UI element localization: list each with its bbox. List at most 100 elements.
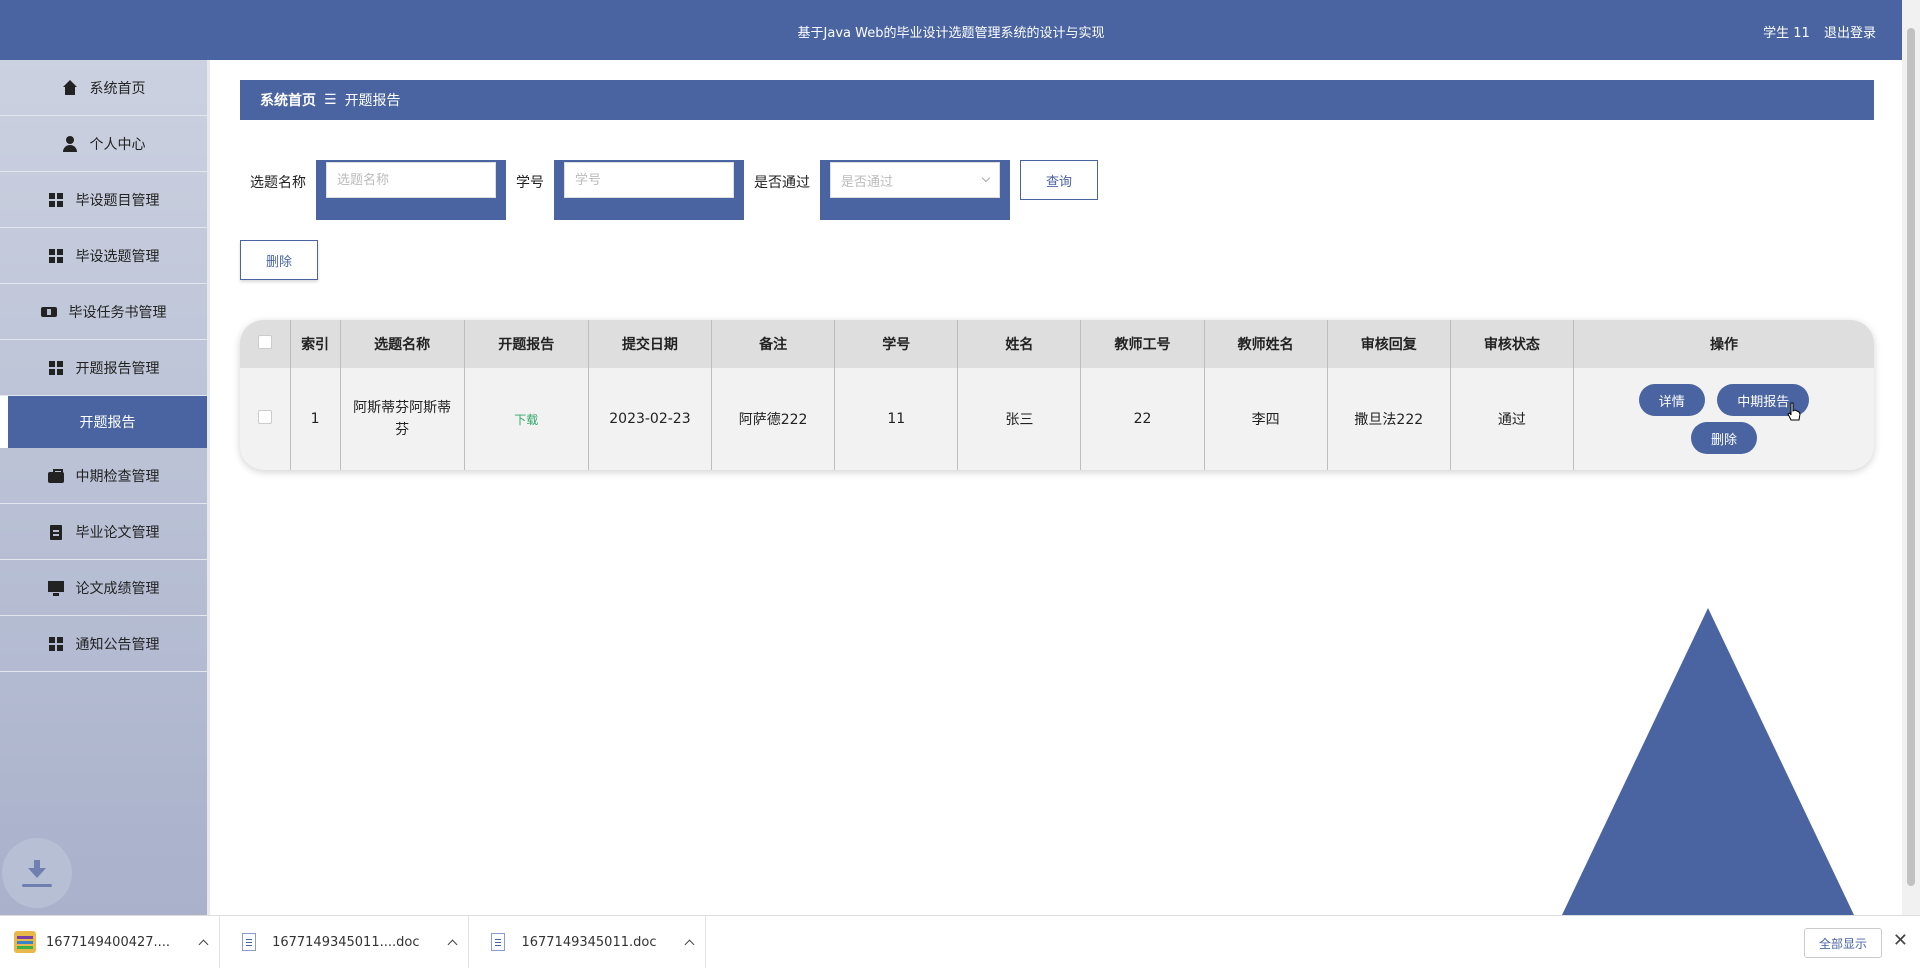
chevron-up-icon[interactable]	[198, 939, 209, 949]
doc-file-icon	[491, 933, 506, 951]
breadcrumb-separator-icon: ☰	[324, 92, 337, 108]
user-area: 学生 11 退出登录	[1753, 22, 1876, 41]
column-header: 教师工号	[1080, 320, 1205, 368]
download-icon	[28, 867, 46, 878]
sidebar-item-label: 系统首页	[89, 80, 146, 97]
column-header: 学号	[834, 320, 959, 368]
sidebar-item-midterm-management[interactable]: 中期检查管理	[0, 448, 207, 504]
chevron-up-icon[interactable]	[685, 939, 695, 949]
report-download-link[interactable]: 下载	[514, 413, 538, 427]
sidebar-item-label: 毕设题目管理	[75, 192, 160, 209]
column-header: 姓名	[957, 320, 1082, 368]
report-cell: 下载	[464, 368, 589, 470]
sidebar-item-task-management[interactable]: 毕设任务书管理	[0, 284, 207, 340]
column-header: 开题报告	[464, 320, 589, 368]
column-header: 操作	[1573, 320, 1874, 368]
sidebar-subitem-proposal-report[interactable]: 开题报告	[0, 396, 207, 448]
sidebar-item-label: 开题报告管理	[75, 360, 160, 377]
student-no-search-input[interactable]	[564, 162, 734, 198]
current-user: 学生 11	[1763, 26, 1810, 41]
sidebar-item-label: 通知公告管理	[75, 636, 160, 653]
row-delete-button[interactable]: 删除	[1690, 422, 1757, 454]
pass-select-wrapper: 是否通过	[820, 160, 1010, 220]
column-header: 审核回复	[1327, 320, 1451, 368]
search-form: 选题名称 学号 是否通过 是否通过 查询	[250, 160, 1098, 220]
sidebar-item-label: 毕设选题管理	[75, 248, 160, 265]
column-header: 索引	[290, 320, 341, 368]
detail-button[interactable]: 详情	[1638, 384, 1705, 416]
ticket-icon	[40, 304, 57, 320]
breadcrumb-home[interactable]: 系统首页	[260, 90, 316, 110]
topic-search-input[interactable]	[326, 162, 496, 198]
teacher-name-cell: 李四	[1204, 368, 1328, 470]
hand-cursor-icon	[1787, 402, 1801, 421]
home-icon	[62, 79, 78, 96]
date-cell: 2023-02-23	[588, 368, 713, 470]
student-no-input-wrapper	[554, 160, 744, 220]
sidebar-item-label: 毕业论文管理	[75, 524, 160, 541]
user-icon	[62, 135, 78, 152]
sidebar-item-notice-management[interactable]: 通知公告管理	[0, 616, 207, 672]
student-no-label: 学号	[516, 175, 544, 191]
sidebar-item-proposal-management[interactable]: 开题报告管理	[0, 340, 207, 396]
decorative-triangle	[1562, 608, 1854, 915]
sidebar-item-grade-management[interactable]: 论文成绩管理	[0, 560, 207, 616]
pass-label: 是否通过	[754, 175, 810, 191]
topic-label: 选题名称	[250, 175, 306, 191]
status-cell: 通过	[1450, 368, 1575, 470]
download-file-name: 1677149400427....	[46, 934, 171, 950]
sidebar: 系统首页 个人中心 毕设题目管理 毕设选题管理 毕设任务书管理 开题报告管理 开…	[0, 60, 210, 915]
sidebar-item-profile[interactable]: 个人中心	[0, 116, 207, 172]
downloads-bar: 1677149400427.... 1677149345011....doc 1…	[0, 915, 1920, 968]
teacher-no-cell: 22	[1080, 368, 1205, 470]
topic-cell: 阿斯蒂芬阿斯蒂芬	[340, 368, 465, 470]
row-select-cell	[240, 368, 291, 470]
grid-icon	[48, 636, 64, 652]
scrollbar-thumb[interactable]	[1907, 28, 1915, 886]
index-cell: 1	[290, 368, 341, 470]
grid-icon	[48, 192, 64, 208]
column-header: 教师姓名	[1204, 320, 1328, 368]
row-checkbox[interactable]	[257, 410, 272, 424]
topic-input-wrapper	[316, 160, 506, 220]
sidebar-item-label: 中期检查管理	[75, 468, 160, 485]
top-header: 基于Java Web的毕业设计选题管理系统的设计与实现 学生 11 退出登录	[0, 0, 1902, 60]
sidebar-item-selection-management[interactable]: 毕设选题管理	[0, 228, 207, 284]
download-item[interactable]: 1677149345011....doc	[220, 915, 470, 968]
operations-cell: 详情 中期报告 删除	[1574, 368, 1875, 470]
show-all-downloads-button[interactable]: 全部显示	[1804, 928, 1882, 958]
close-icon[interactable]: ✕	[1893, 932, 1908, 950]
sidebar-item-label: 论文成绩管理	[75, 580, 160, 597]
download-item[interactable]: 1677149400427....	[0, 915, 221, 968]
remark-cell: 阿萨德222	[711, 368, 836, 470]
sidebar-item-thesis-management[interactable]: 毕业论文管理	[0, 504, 207, 560]
briefcase-icon	[47, 468, 64, 484]
breadcrumb-current: 开题报告	[344, 93, 401, 109]
select-all-cell	[240, 320, 291, 368]
table-row: 1 阿斯蒂芬阿斯蒂芬 下载 2023-02-23 阿萨德222 11 张三 22…	[240, 368, 1874, 470]
pass-select-placeholder: 是否通过	[841, 174, 894, 190]
logout-link[interactable]: 退出登录	[1824, 26, 1876, 41]
chevron-up-icon[interactable]	[448, 939, 458, 949]
column-header: 审核状态	[1450, 320, 1575, 368]
monitor-icon	[47, 580, 64, 596]
vertical-scrollbar[interactable]	[1902, 0, 1920, 915]
clipboard-icon	[48, 524, 64, 540]
student-no-cell: 11	[834, 368, 959, 470]
app-title: 基于Java Web的毕业设计选题管理系统的设计与实现	[797, 26, 1105, 41]
download-item[interactable]: 1677149345011.doc	[469, 915, 707, 968]
download-floating-button[interactable]	[2, 838, 72, 908]
breadcrumb: 系统首页 ☰ 开题报告	[240, 80, 1874, 120]
pass-select[interactable]: 是否通过	[830, 162, 1000, 198]
column-header: 备注	[711, 320, 836, 368]
name-cell: 张三	[957, 368, 1082, 470]
column-header: 选题名称	[340, 320, 465, 368]
query-button[interactable]: 查询	[1020, 160, 1098, 200]
column-header: 提交日期	[588, 320, 713, 368]
doc-file-icon	[242, 933, 257, 951]
select-all-checkbox[interactable]	[257, 335, 272, 349]
sidebar-item-topic-management[interactable]: 毕设题目管理	[0, 172, 207, 228]
download-file-name: 1677149345011.doc	[521, 934, 657, 950]
batch-delete-button[interactable]: 删除	[240, 240, 318, 280]
sidebar-item-home[interactable]: 系统首页	[0, 60, 207, 116]
